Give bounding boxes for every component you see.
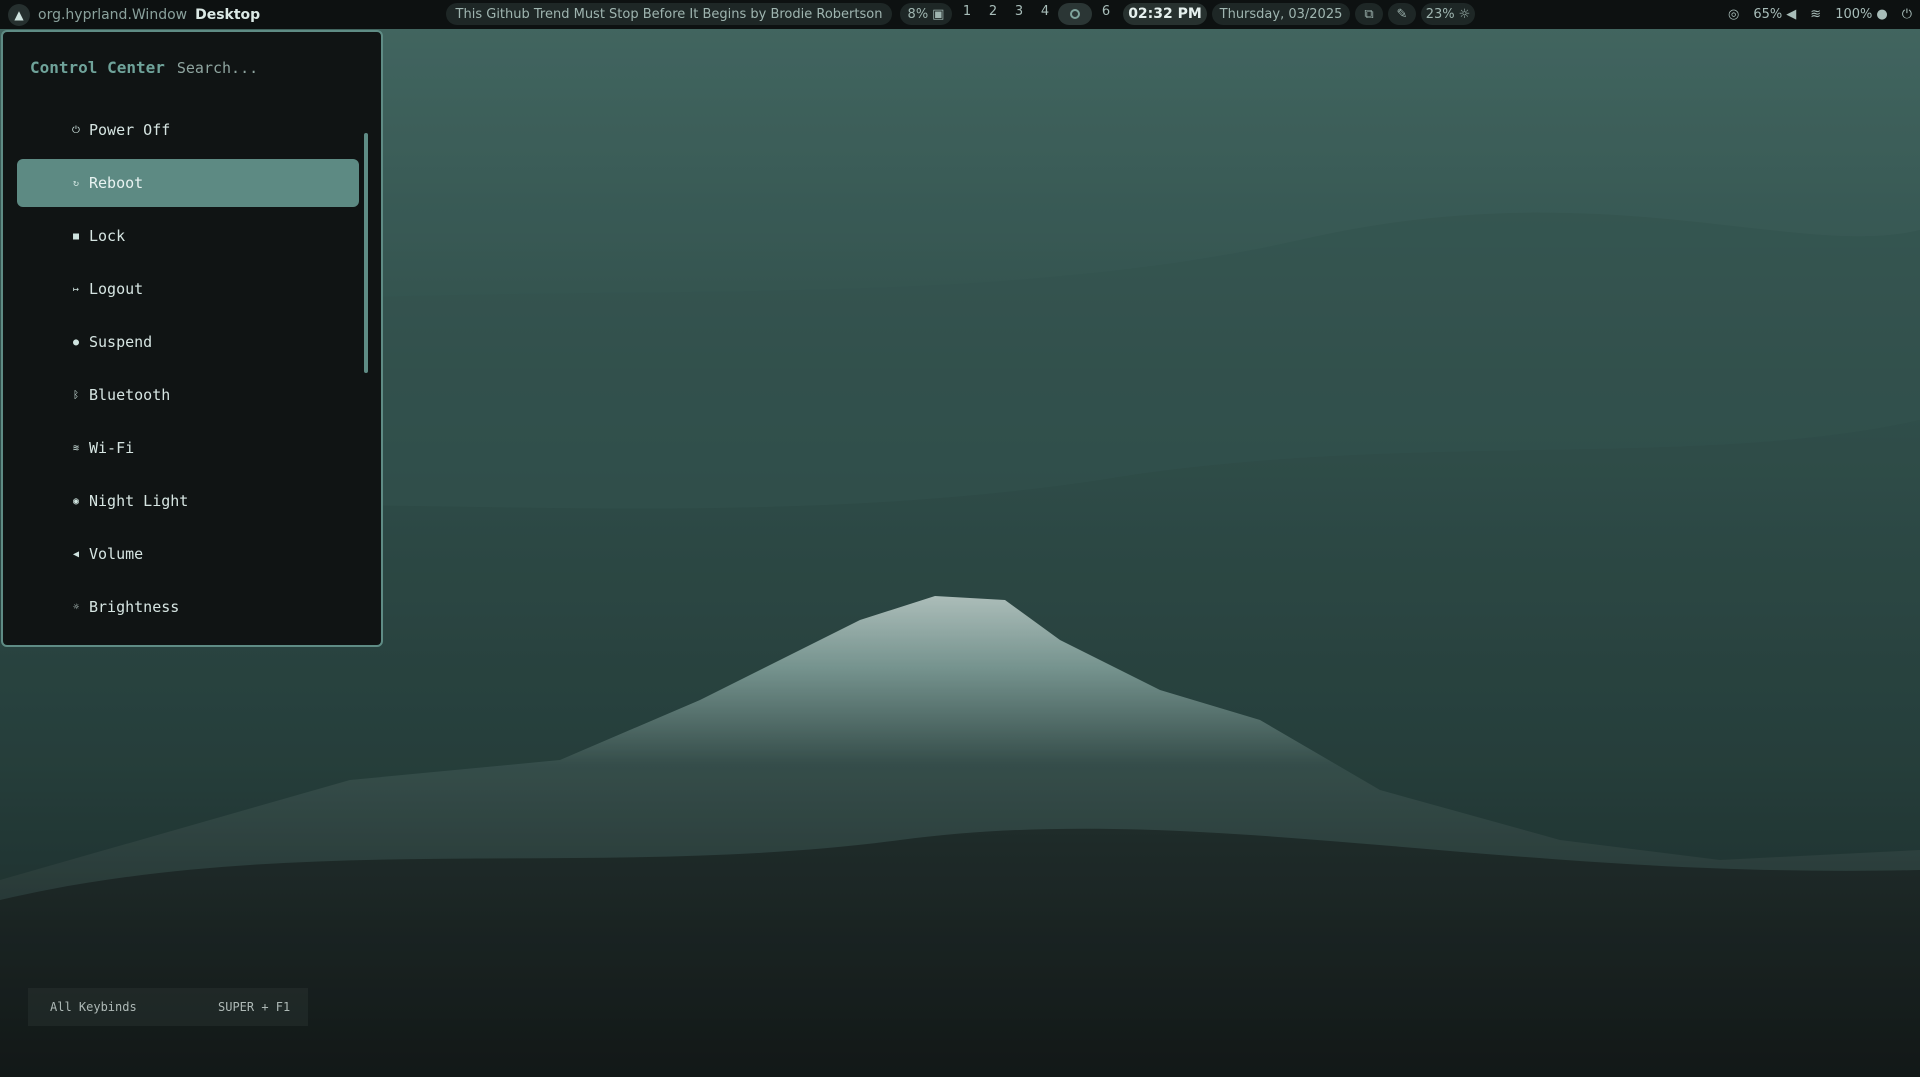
brightness-label: 23% <box>1425 6 1455 22</box>
brightness-indicator[interactable]: 23% ☼ <box>1421 3 1475 25</box>
keybind-hint-label: All Keybinds <box>50 1000 137 1014</box>
menu-item-lock[interactable]: ■ Lock <box>17 212 359 260</box>
menu-item-bluetooth[interactable]: ᛒ Bluetooth <box>17 371 359 419</box>
control-center-title: Control Center <box>30 58 165 77</box>
cpu-icon: ▣ <box>932 6 945 22</box>
menu-item-wifi[interactable]: ≋ Wi-Fi <box>17 424 359 472</box>
menu-item-brightness[interactable]: ☼ Brightness <box>17 583 359 631</box>
volume-label: 65% <box>1753 7 1783 22</box>
cpu-usage-label: 8% <box>907 6 929 22</box>
workspace-2[interactable]: 2 <box>984 4 1002 19</box>
speaker-icon: ◀ <box>1786 7 1797 22</box>
power-menu-icon[interactable]: ⏻ <box>1902 7 1912 22</box>
top-bar: ▲ org.hyprland.Window Desktop This Githu… <box>0 0 1920 29</box>
control-center-panel: Control Center ⏻ Power Off ↻ Reboot ■ Lo… <box>1 30 383 647</box>
window-class-label: org.hyprland.Window <box>38 6 188 23</box>
suspend-icon: ● <box>72 336 80 348</box>
menu-item-label: Brightness <box>89 598 180 616</box>
window-title-label: Desktop <box>195 6 261 23</box>
brightness-icon: ☼ <box>72 601 80 613</box>
cpu-usage[interactable]: 8% ▣ <box>900 3 952 25</box>
night-light-icon: ◉ <box>72 495 80 507</box>
lock-icon: ■ <box>72 230 80 242</box>
arch-logo-icon[interactable]: ▲ <box>8 3 30 26</box>
workspace-3[interactable]: 3 <box>1010 4 1028 19</box>
brightness-small-icon: ☼ <box>1458 6 1471 22</box>
workspace-6[interactable]: 6 <box>1097 4 1115 19</box>
menu-item-suspend[interactable]: ● Suspend <box>17 318 359 366</box>
wifi-icon[interactable]: ≋ <box>1810 7 1821 22</box>
workspace-1[interactable]: 1 <box>958 4 976 19</box>
menu-item-label: Night Light <box>89 492 189 510</box>
menu-item-label: Logout <box>89 280 144 298</box>
menu-item-label: Bluetooth <box>89 386 171 404</box>
color-picker-icon[interactable]: ✎ <box>1388 3 1416 25</box>
menu-item-power-off[interactable]: ⏻ Power Off <box>17 106 359 154</box>
menu-item-label: Volume <box>89 545 144 563</box>
clock[interactable]: 02:32 PM <box>1123 3 1207 25</box>
scrollbar[interactable] <box>364 133 368 373</box>
battery-indicator[interactable]: 100% ● <box>1835 7 1888 22</box>
notifications-icon[interactable]: ⧉ <box>1355 3 1383 25</box>
media-title[interactable]: This Github Trend Must Stop Before It Be… <box>446 3 892 25</box>
menu-item-volume[interactable]: ◀ Volume <box>17 530 359 578</box>
keybind-hint-keys: SUPER + F1 <box>218 1000 291 1014</box>
workspace-4[interactable]: 4 <box>1036 4 1054 19</box>
menu-item-label: Wi-Fi <box>89 439 135 457</box>
search-input[interactable] <box>176 59 357 77</box>
idle-inhibitor-icon[interactable]: ◎ <box>1728 7 1739 22</box>
volume-icon: ◀ <box>72 548 80 560</box>
workspace-active[interactable] <box>1058 3 1092 25</box>
menu-item-logout[interactable]: ↦ Logout <box>17 265 359 313</box>
menu-item-label: Reboot <box>89 174 144 192</box>
volume-indicator[interactable]: 65% ◀ <box>1753 7 1796 22</box>
date[interactable]: Thursday, 03/2025 <box>1212 3 1350 25</box>
bluetooth-icon: ᛒ <box>73 389 79 401</box>
reboot-icon: ↻ <box>72 177 80 189</box>
battery-label: 100% <box>1835 7 1873 22</box>
control-center-list: ⏻ Power Off ↻ Reboot ■ Lock ↦ Logout ● S… <box>17 106 359 636</box>
power-icon: ⏻ <box>72 124 80 136</box>
menu-item-label: Power Off <box>89 121 171 139</box>
battery-icon: ● <box>1876 7 1888 22</box>
menu-item-label: Suspend <box>89 333 153 351</box>
menu-item-night-light[interactable]: ◉ Night Light <box>17 477 359 525</box>
wifi-icon: ≋ <box>72 442 80 454</box>
menu-item-label: Lock <box>89 227 126 245</box>
menu-item-reboot[interactable]: ↻ Reboot <box>17 159 359 207</box>
keybind-hint: All Keybinds SUPER + F1 <box>28 988 308 1026</box>
active-workspace-icon <box>1070 9 1080 19</box>
logout-icon: ↦ <box>72 283 80 295</box>
